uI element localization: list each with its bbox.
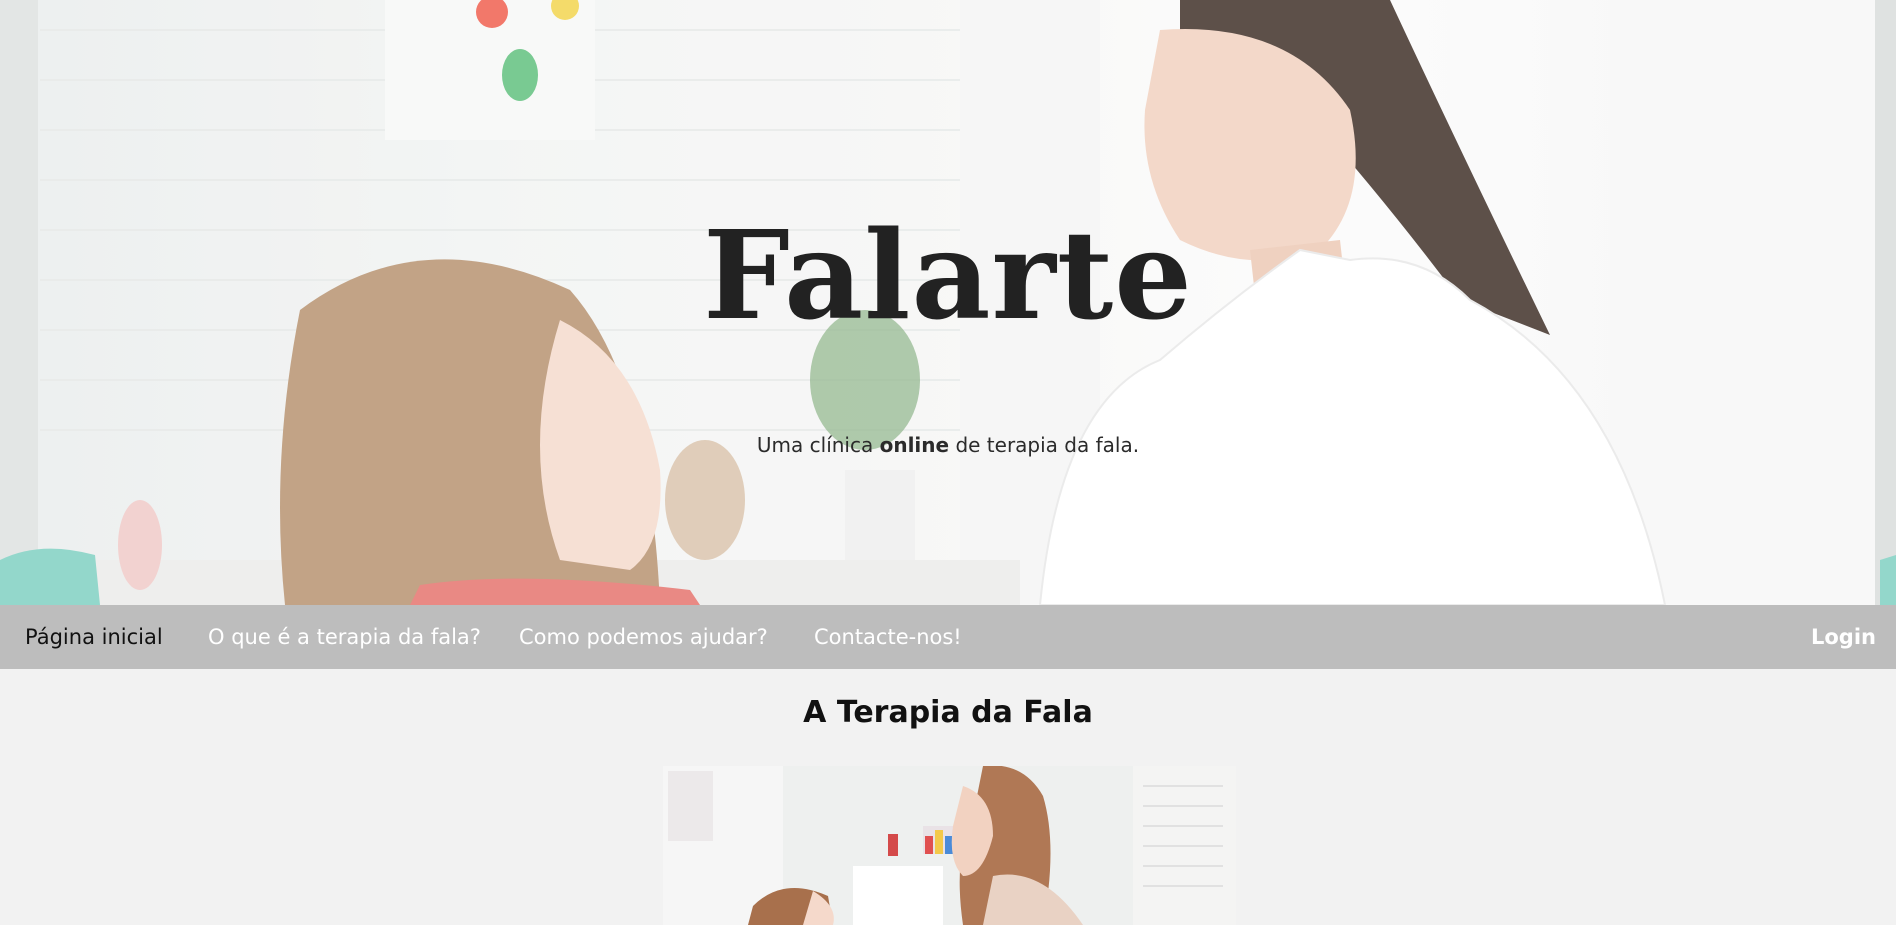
speech-therapy-photo xyxy=(663,766,1236,925)
hero-banner: Falarte Uma clínica online de terapia da… xyxy=(0,0,1896,605)
nav-item-what-is-speech-therapy[interactable]: O que é a terapia da fala? xyxy=(208,605,481,669)
hero-tagline: Uma clínica online de terapia da fala. xyxy=(0,433,1896,457)
tagline-prefix: Uma clínica xyxy=(756,433,880,457)
tagline-highlight: online xyxy=(879,433,950,457)
nav-item-home[interactable]: Página inicial xyxy=(25,605,163,669)
nav-item-contact[interactable]: Contacte-nos! xyxy=(814,605,962,669)
main-navbar: Página inicial O que é a terapia da fala… xyxy=(0,605,1896,669)
nav-item-how-we-help[interactable]: Como podemos ajudar? xyxy=(519,605,768,669)
tagline-suffix: de terapia da fala. xyxy=(949,433,1140,457)
section-title: A Terapia da Fala xyxy=(803,695,1093,730)
login-link[interactable]: Login xyxy=(1811,605,1876,669)
site-title: Falarte xyxy=(703,203,1193,347)
